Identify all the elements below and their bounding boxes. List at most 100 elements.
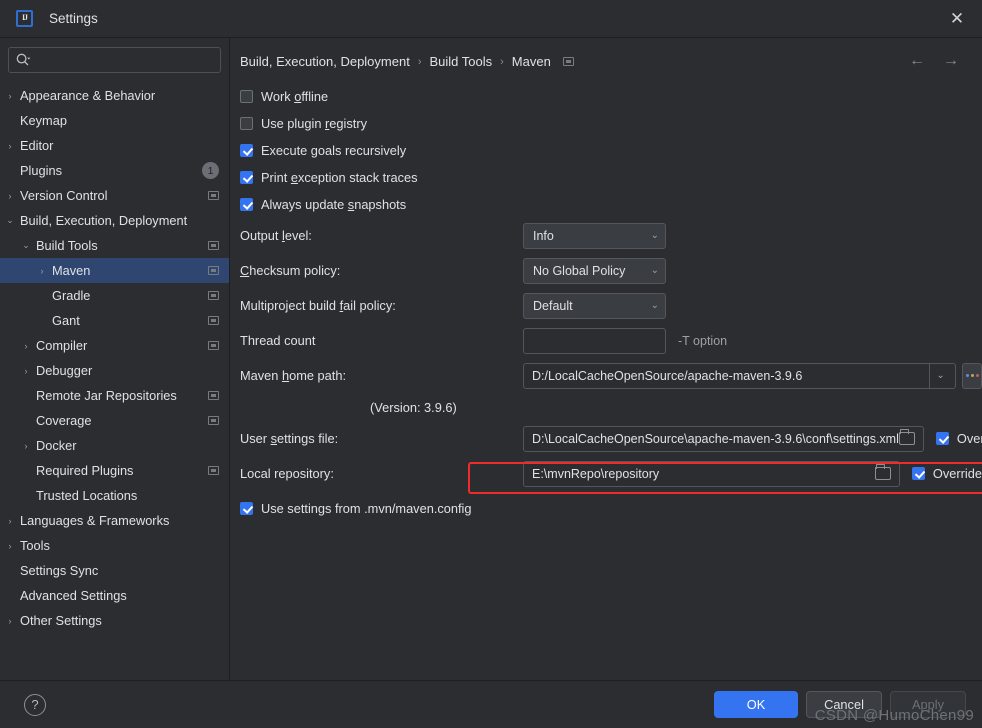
thread-count-input[interactable]: [523, 327, 666, 354]
sidebar-item-required-plugins[interactable]: Required Plugins: [0, 458, 229, 483]
checkbox-row-print-exception-stack-traces[interactable]: Print exception stack traces: [240, 164, 982, 191]
multiproject-fail-policy-label: Multiproject build fail policy:: [240, 298, 396, 313]
chevron-down-icon[interactable]: ⌄: [0, 215, 20, 226]
chevron-right-icon[interactable]: ›: [0, 616, 20, 626]
intellij-logo-icon: IJ: [16, 10, 33, 27]
folder-icon[interactable]: [874, 464, 891, 480]
sidebar-item-trusted-locations[interactable]: Trusted Locations: [0, 483, 229, 508]
checksum-policy-value: No Global Policy: [533, 263, 626, 278]
sidebar-item-keymap[interactable]: Keymap: [0, 108, 229, 133]
checkbox-input[interactable]: [240, 171, 253, 184]
search-input[interactable]: [31, 53, 214, 67]
multiproject-fail-policy-value: Default: [533, 298, 573, 313]
apply-button[interactable]: Apply: [890, 691, 966, 718]
sidebar-item-gant[interactable]: Gant: [0, 308, 229, 333]
checkbox-input[interactable]: [240, 90, 253, 103]
sidebar-item-other-settings[interactable]: › Other Settings: [0, 608, 229, 633]
sidebar-item-label: Languages & Frameworks: [20, 513, 170, 528]
sidebar-item-settings-sync[interactable]: Settings Sync: [0, 558, 229, 583]
user-settings-override[interactable]: Override: [935, 431, 982, 446]
sidebar-item-label: Coverage: [36, 413, 92, 428]
cancel-button[interactable]: Cancel: [806, 691, 882, 718]
sidebar-item-editor[interactable]: › Editor: [0, 133, 229, 158]
sidebar-item-maven[interactable]: › Maven: [0, 258, 229, 283]
checkbox-input[interactable]: [240, 144, 253, 157]
checkbox-label: Use plugin registry: [261, 116, 367, 131]
chevron-down-icon[interactable]: ⌄: [929, 363, 951, 388]
breadcrumb-item-2[interactable]: Maven: [512, 54, 551, 69]
sidebar-item-label: Maven: [52, 263, 91, 278]
local-repository-override[interactable]: Override: [911, 466, 982, 481]
search-container: [0, 38, 229, 79]
project-scope-icon: [562, 57, 574, 66]
close-icon[interactable]: ✕: [942, 4, 972, 34]
sidebar-item-plugins[interactable]: Plugins 1: [0, 158, 229, 183]
search-box[interactable]: [8, 47, 221, 73]
breadcrumb-separator: ›: [417, 55, 422, 68]
sidebar-item-label: Gradle: [52, 288, 91, 303]
sidebar-item-version-control[interactable]: › Version Control: [0, 183, 229, 208]
back-arrow-icon[interactable]: ←: [908, 52, 926, 70]
settings-main-panel: Build, Execution, Deployment › Build Too…: [230, 38, 982, 680]
checkbox-input[interactable]: [240, 117, 253, 130]
checksum-policy-select[interactable]: No Global Policy ⌄: [523, 257, 666, 284]
chevron-right-icon[interactable]: ›: [0, 141, 20, 151]
dialog-content: › Appearance & Behavior Keymap › Editor Plugi…: [0, 38, 982, 680]
use-mvn-config-row[interactable]: Use settings from .mvn/maven.config: [240, 495, 982, 522]
maven-options-checkbox-group: Work offline Use plugin registry Execute g…: [240, 83, 982, 218]
breadcrumb-item-0[interactable]: Build, Execution, Deployment: [240, 54, 410, 69]
sidebar-item-appearance-behavior[interactable]: › Appearance & Behavior: [0, 83, 229, 108]
maven-home-browse-button[interactable]: [962, 362, 982, 389]
local-repository-input[interactable]: E:\mvnRepo\repository: [523, 460, 900, 487]
checkbox-row-always-update-snapshots[interactable]: Always update snapshots: [240, 191, 982, 218]
chevron-right-icon[interactable]: ›: [16, 366, 36, 376]
project-scope-icon: [208, 466, 219, 475]
sidebar-item-tools[interactable]: › Tools: [0, 533, 229, 558]
maven-version-note: (Version: 3.9.6): [370, 399, 457, 415]
forward-arrow-icon[interactable]: →: [942, 52, 960, 70]
user-settings-override-checkbox[interactable]: [935, 432, 949, 445]
help-icon[interactable]: ?: [24, 693, 46, 716]
sidebar-item-docker[interactable]: › Docker: [0, 433, 229, 458]
project-scope-icon: [208, 266, 219, 275]
maven-home-path-input[interactable]: D:/LocalCacheOpenSource/apache-maven-3.9…: [523, 362, 957, 389]
chevron-right-icon[interactable]: ›: [0, 91, 20, 101]
checkbox-row-use-plugin-registry[interactable]: Use plugin registry: [240, 110, 982, 137]
chevron-right-icon[interactable]: ›: [0, 541, 20, 551]
sidebar-item-compiler[interactable]: › Compiler: [0, 333, 229, 358]
chevron-right-icon[interactable]: ›: [0, 516, 20, 526]
local-repository-override-checkbox[interactable]: [911, 467, 925, 480]
chevron-right-icon[interactable]: ›: [32, 266, 52, 276]
checkbox-input[interactable]: [240, 198, 253, 211]
sidebar-item-coverage[interactable]: Coverage: [0, 408, 229, 433]
sidebar-item-label: Required Plugins: [36, 463, 134, 478]
project-scope-icon: [208, 316, 219, 325]
maven-home-path-row: Maven home path: D:/LocalCacheOpenSource…: [240, 358, 982, 393]
sidebar-item-badge: 1: [202, 162, 219, 179]
folder-icon[interactable]: [898, 429, 915, 445]
sidebar-item-gradle[interactable]: Gradle: [0, 283, 229, 308]
sidebar-item-languages-frameworks[interactable]: › Languages & Frameworks: [0, 508, 229, 533]
checkbox-row-execute-goals-recursively[interactable]: Execute goals recursively: [240, 137, 982, 164]
use-mvn-config-checkbox[interactable]: [240, 502, 253, 515]
sidebar-item-remote-jar-repositories[interactable]: Remote Jar Repositories: [0, 383, 229, 408]
chevron-right-icon[interactable]: ›: [0, 191, 20, 201]
multiproject-fail-policy-select[interactable]: Default ⌄: [523, 292, 666, 319]
chevron-right-icon[interactable]: ›: [16, 441, 36, 451]
breadcrumb-item-1[interactable]: Build Tools: [429, 54, 492, 69]
sidebar-item-label: Compiler: [36, 338, 88, 353]
sidebar-item-build-execution-deployment[interactable]: ⌄ Build, Execution, Deployment: [0, 208, 229, 233]
local-repository-row: Local repository: E:\mvnRepo\repository …: [240, 456, 982, 491]
sidebar-item-advanced-settings[interactable]: Advanced Settings: [0, 583, 229, 608]
checkbox-label: Work offline: [261, 89, 329, 104]
settings-tree[interactable]: › Appearance & Behavior Keymap › Editor Plugi…: [0, 79, 229, 680]
ok-button[interactable]: OK: [714, 691, 798, 718]
sidebar-item-debugger[interactable]: › Debugger: [0, 358, 229, 383]
output-level-select[interactable]: Info ⌄: [523, 222, 666, 249]
user-settings-file-input[interactable]: D:\LocalCacheOpenSource\apache-maven-3.9…: [523, 425, 924, 452]
checkbox-row-work-offline[interactable]: Work offline: [240, 83, 982, 110]
project-scope-icon: [208, 241, 219, 250]
sidebar-item-build-tools[interactable]: ⌄ Build Tools: [0, 233, 229, 258]
chevron-right-icon[interactable]: ›: [16, 341, 36, 351]
chevron-down-icon[interactable]: ⌄: [16, 240, 36, 251]
